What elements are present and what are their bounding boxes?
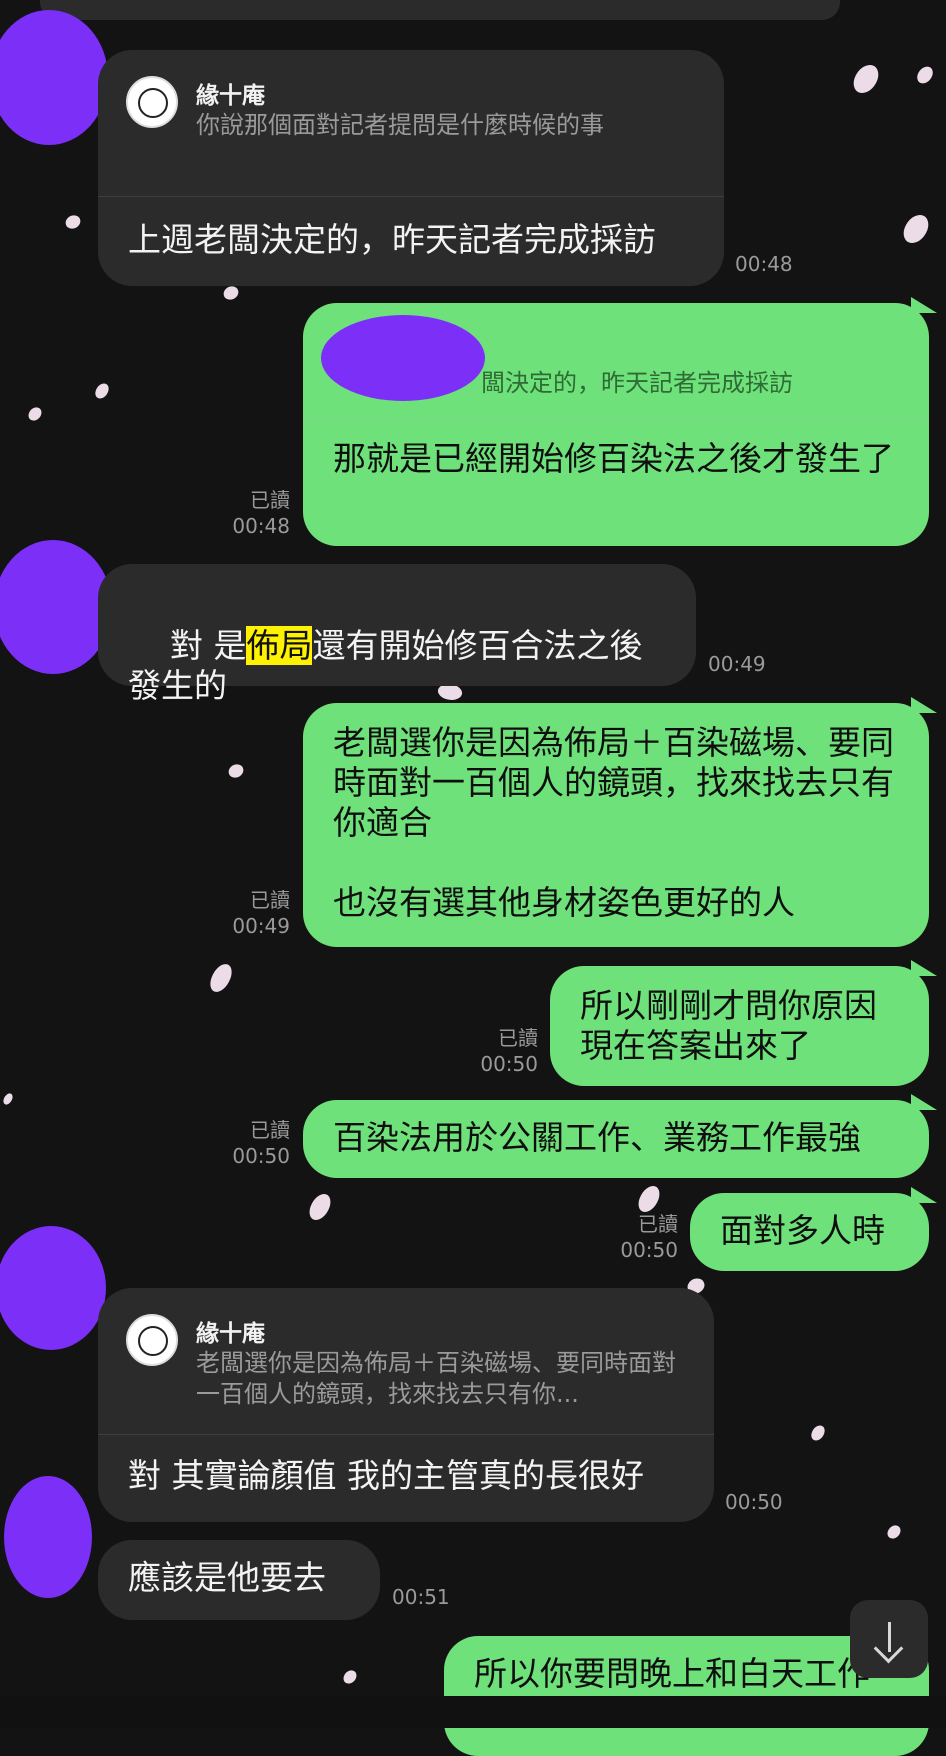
read-receipt: 已讀 — [250, 1118, 290, 1142]
petal-icon — [900, 211, 932, 247]
petal-icon — [635, 1182, 663, 1216]
outgoing-message-bubble[interactable]: 面對多人時 — [690, 1187, 937, 1271]
avatar-redaction[interactable] — [4, 1476, 92, 1598]
message-text: 老闆選你是因為佈局＋百染磁場、要同時面對一百個人的鏡頭，找來找去只有你適合 也沒… — [333, 723, 894, 922]
quote-divider — [98, 196, 724, 197]
message-time: 00:50 — [620, 1238, 678, 1262]
quote-preview-text: 闆決定的，昨天記者完成採訪 — [481, 369, 793, 397]
petal-icon — [885, 1523, 903, 1541]
petal-icon — [850, 61, 882, 97]
outgoing-message-bubble[interactable]: 闆決定的，昨天記者完成採訪 那就是已經開始修百染法之後才發生了 — [303, 297, 937, 546]
message-time: 00:48 — [735, 252, 793, 276]
outgoing-message-bubble[interactable]: 百染法用於公關工作、業務工作最強 — [303, 1094, 937, 1178]
petal-icon — [809, 1423, 827, 1443]
petal-icon — [306, 1190, 334, 1224]
petal-icon — [2, 1091, 14, 1107]
read-receipt: 已讀 — [250, 488, 290, 512]
petal-icon — [341, 1668, 359, 1686]
read-receipt: 已讀 — [498, 1026, 538, 1050]
seal-logo-icon — [126, 1314, 178, 1366]
message-text: 那就是已經開始修百染法之後才發生了 — [333, 439, 894, 478]
quoted-message[interactable]: 闆決定的，昨天記者完成採訪 — [303, 303, 929, 419]
message-text: 應該是他要去 — [128, 1558, 326, 1597]
incoming-message-bubble[interactable]: 對 是佈局還有開始修百合法之後發生的 — [98, 564, 696, 705]
message-time: 00:50 — [725, 1490, 783, 1514]
quote-sender-name: 緣十庵 — [196, 1321, 265, 1347]
read-receipt: 已讀 — [638, 1212, 678, 1236]
petal-icon — [227, 762, 245, 780]
message-time: 00:49 — [708, 652, 766, 676]
read-receipt: 已讀 — [250, 888, 290, 912]
message-text-prefix: 對 是 — [169, 626, 247, 665]
message-text: 面對多人時 — [720, 1211, 885, 1250]
outgoing-message-bubble[interactable]: 老闆選你是因為佈局＋百染磁場、要同時面對一百個人的鏡頭，找來找去只有你適合 也沒… — [303, 697, 937, 947]
quote-preview-text: 老闆選你是因為佈局＋百染磁場、要同時面對一百個人的鏡頭，找來找去只有你... — [196, 1349, 676, 1408]
message-time: 00:51 — [392, 1585, 450, 1609]
quote-preview-text: 你說那個面對記者提問是什麼時候的事 — [196, 111, 604, 139]
quote-sender-name: 緣十庵 — [196, 83, 265, 109]
petal-icon — [93, 381, 111, 401]
message-text: 上週老闆決定的，昨天記者完成採訪 — [128, 220, 656, 259]
incoming-message-bubble[interactable]: 緣十庵 老闆選你是因為佈局＋百染磁場、要同時面對一百個人的鏡頭，找來找去只有你.… — [98, 1288, 714, 1522]
previous-message-bubble — [40, 0, 840, 20]
petal-icon — [26, 405, 44, 423]
redacted-sender-icon — [321, 315, 485, 401]
seal-logo-icon — [126, 76, 178, 128]
scroll-to-bottom-button[interactable] — [850, 1600, 928, 1678]
message-text: 百染法用於公關工作、業務工作最強 — [333, 1118, 861, 1157]
petal-icon — [64, 213, 82, 231]
message-time: 00:50 — [232, 1144, 290, 1168]
message-time: 00:49 — [232, 914, 290, 938]
message-text: 所以你要問晚上和白天工作 — [474, 1654, 870, 1693]
message-text: 所以剛剛才問你原因 現在答案出來了 — [580, 986, 877, 1065]
quoted-message[interactable]: 緣十庵 你說那個面對記者提問是什麼時候的事 — [126, 76, 700, 196]
quoted-message[interactable]: 緣十庵 老闆選你是因為佈局＋百染磁場、要同時面對一百個人的鏡頭，找來找去只有你.… — [126, 1314, 690, 1434]
quote-divider — [303, 419, 929, 420]
incoming-message-bubble[interactable]: 緣十庵 你說那個面對記者提問是什麼時候的事 上週老闆決定的，昨天記者完成採訪 — [98, 50, 724, 286]
quote-divider — [98, 1434, 714, 1435]
outgoing-message-bubble[interactable]: 所以剛剛才問你原因 現在答案出來了 — [550, 960, 937, 1086]
petal-icon — [915, 64, 935, 86]
petal-icon — [207, 960, 235, 996]
message-text: 對 其實論顏值 我的主管真的長很好 — [128, 1456, 644, 1495]
message-time: 00:50 — [480, 1052, 538, 1076]
incoming-message-bubble[interactable]: 應該是他要去 — [98, 1540, 380, 1620]
message-time: 00:48 — [232, 514, 290, 538]
petal-icon — [222, 284, 240, 302]
avatar-redaction[interactable] — [0, 1226, 106, 1350]
bottom-bar — [0, 1696, 946, 1728]
highlighted-keyword[interactable]: 佈局 — [246, 626, 313, 665]
